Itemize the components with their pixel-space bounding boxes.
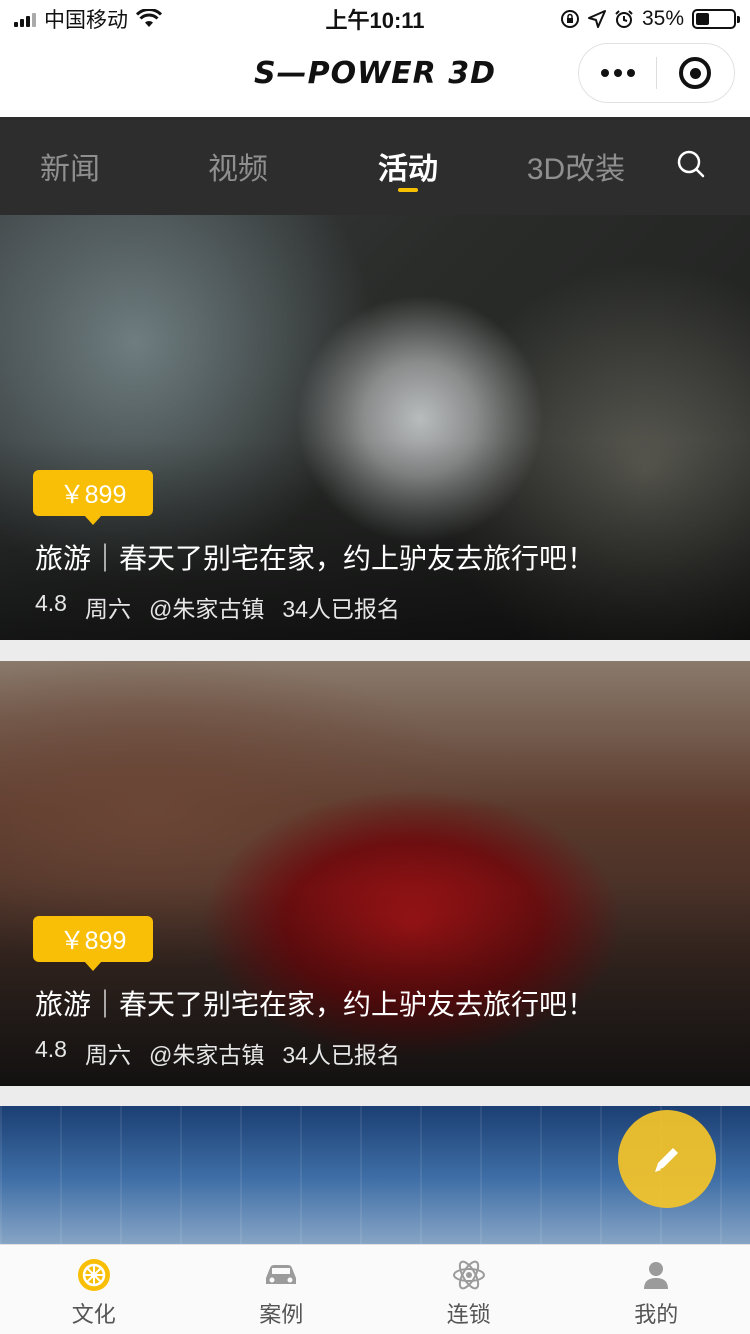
alarm-icon [615,10,633,28]
event-signups: 34人已报名 [282,596,400,622]
nav-chain[interactable]: 连锁 [375,1245,563,1334]
nav-cases[interactable]: 案例 [188,1245,376,1334]
signal-icon [14,11,36,27]
close-circle-icon [679,57,712,89]
status-left: 中国移动 [14,4,162,34]
compose-button[interactable] [618,1110,716,1208]
nav-mine[interactable]: 我的 [563,1245,750,1334]
nav-cases-label: 案例 [259,1302,304,1327]
search-icon [677,150,705,178]
bottom-nav: 文化 案例 连锁 我的 [0,1244,750,1334]
more-dots-icon [600,69,609,77]
event-title: 旅游｜春天了别宅在家，约上驴友去旅行吧！ [35,989,596,1020]
price-badge: ￥899 [33,916,153,971]
battery-level [696,13,709,25]
battery-percent: 35% [641,7,684,30]
tab-news[interactable]: 新闻 [0,117,140,215]
event-title: 旅游｜春天了别宅在家，约上驴友去旅行吧！ [35,543,596,574]
event-signups: 34人已报名 [282,1042,400,1068]
event-location: @朱家古镇 [148,596,265,622]
location-icon [587,10,606,28]
status-bar: 中国移动 上午10:11 35% [0,0,750,38]
tab-3d-mod[interactable]: 3D改装 [506,117,646,215]
event-day: 周六 [84,596,131,622]
event-rating: 4.8 [35,1036,67,1062]
nav-culture-label: 文化 [71,1302,116,1327]
event-card[interactable]: ￥899 旅游｜春天了别宅在家，约上驴友去旅行吧！ 4.8 周六 @朱家古镇 3… [0,661,750,1086]
active-tab-indicator [398,188,418,192]
wifi-icon [136,9,162,27]
event-day: 周六 [84,1042,131,1068]
search-button[interactable] [672,144,712,184]
wheel-icon [76,1257,112,1293]
pencil-icon [655,1148,678,1172]
nav-chain-label: 连锁 [446,1302,491,1327]
tab-events-label: 活动 [378,153,438,186]
rotation-lock-icon [560,10,579,28]
nav-mine-label: 我的 [634,1302,679,1327]
mini-program-capsule [578,43,735,103]
user-icon [638,1257,674,1293]
car-icon [263,1257,299,1293]
tab-3d-mod-label: 3D改装 [526,153,626,186]
nav-culture[interactable]: 文化 [0,1245,188,1334]
tab-video[interactable]: 视频 [168,117,308,215]
price-badge: ￥899 [33,470,153,525]
close-mini-program-button[interactable] [657,57,734,89]
event-meta: 4.8 周六 @朱家古镇 34人已报名 [35,1036,400,1070]
carrier-name: 中国移动 [44,9,128,32]
more-options-button[interactable] [579,69,656,77]
event-rating: 4.8 [35,590,67,616]
category-tabs: 新闻 视频 活动 3D改装 [0,117,750,215]
tab-video-label: 视频 [208,153,268,186]
event-card[interactable]: ￥899 旅游｜春天了别宅在家，约上驴友去旅行吧！ 4.8 周六 @朱家古镇 3… [0,215,750,640]
event-location: @朱家古镇 [148,1042,265,1068]
status-right: 35% [560,7,740,31]
event-meta: 4.8 周六 @朱家古镇 34人已报名 [35,590,400,624]
battery-icon [692,9,740,29]
tab-events[interactable]: 活动 [338,117,478,215]
tab-news-label: 新闻 [40,153,100,186]
atom-icon [451,1257,487,1293]
title-bar: S—POWER 3D [0,38,750,117]
